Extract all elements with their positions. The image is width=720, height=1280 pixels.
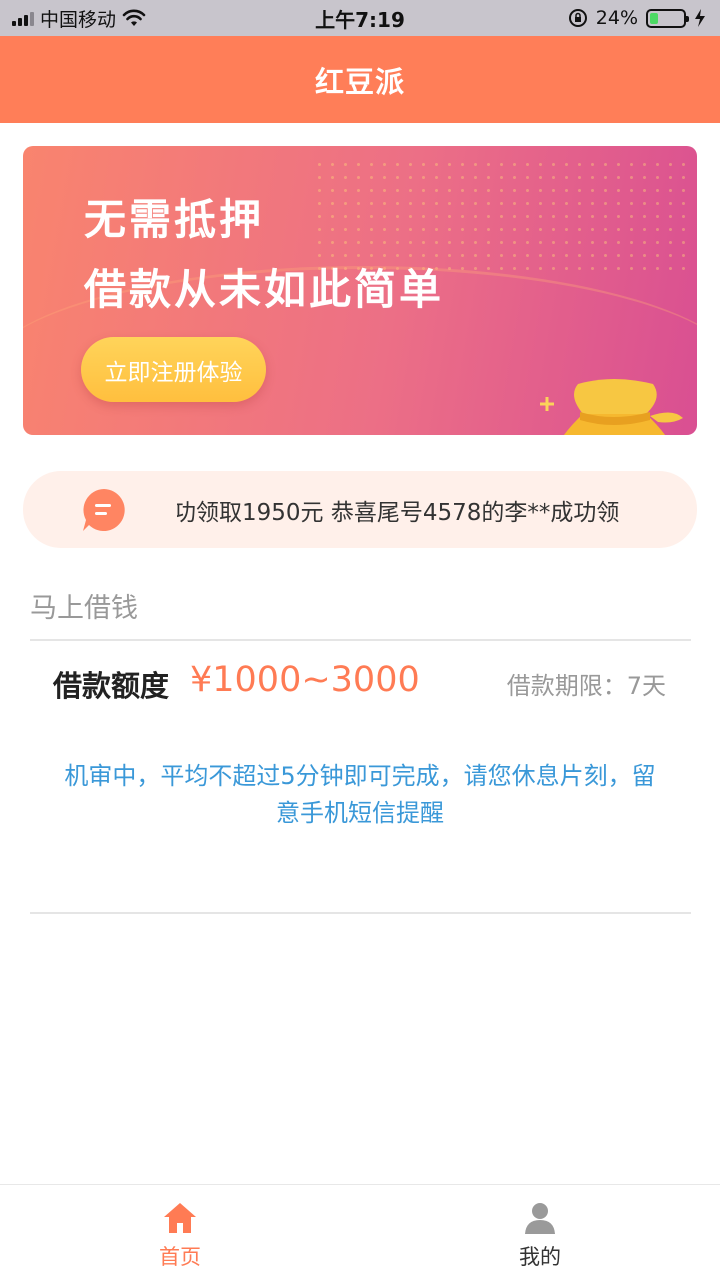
divider-bottom <box>30 912 691 914</box>
status-right: 24% <box>568 7 706 29</box>
tab-profile[interactable]: 我的 <box>360 1185 720 1280</box>
home-icon <box>164 1203 196 1233</box>
message-icon <box>83 489 125 531</box>
user-icon <box>525 1203 555 1234</box>
money-bag-illustration <box>540 379 683 435</box>
page-title: 红豆派 <box>314 64 405 99</box>
loan-amount-label: 借款额度 <box>53 669 170 703</box>
banner-headline-1: 无需抵押 <box>84 195 265 244</box>
carrier-label: 中国移动 <box>40 8 117 31</box>
rotation-lock-icon <box>568 9 587 27</box>
battery-fill <box>650 12 658 24</box>
notice-text: 功领取1950元 恭喜尾号4578的李**成功领 <box>177 499 620 526</box>
status-left: 中国移动 <box>12 5 146 32</box>
signal-icon <box>12 10 34 26</box>
status-bar: 中国移动 上午7:19 24% <box>0 0 720 36</box>
banner-headline-2: 借款从未如此简单 <box>84 265 445 314</box>
page: 中国移动 上午7:19 24% 红豆派 无需抵押 借款从未如此简单 立即注册体验… <box>0 0 720 1280</box>
loan-amount-value: ¥1000~3000 <box>190 660 420 700</box>
review-status-message: 机审中，平均不超过5分钟即可完成，请您休息片刻，留意手机短信提醒 <box>64 762 656 827</box>
register-now-button[interactable]: 立即注册体验 <box>81 337 266 402</box>
divider-top <box>30 639 691 641</box>
wifi-icon <box>122 9 146 26</box>
nav-bar: 红豆派 <box>0 36 720 123</box>
tab-home-label: 首页 <box>159 1245 201 1269</box>
battery-icon <box>646 8 689 28</box>
section-title: 马上借钱 <box>30 593 138 624</box>
charging-bolt-icon <box>695 9 705 27</box>
battery-percent: 24% <box>595 7 638 29</box>
tab-home[interactable]: 首页 <box>0 1185 360 1280</box>
notice-marquee: 功领取1950元 恭喜尾号4578的李**成功领 <box>23 471 697 548</box>
tab-bar: 首页 我的 <box>0 1184 720 1280</box>
loan-term: 借款期限：7天 <box>506 672 666 700</box>
tab-profile-label: 我的 <box>519 1245 561 1269</box>
notice-text-window: 功领取1950元 恭喜尾号4578的李**成功领 <box>177 471 653 548</box>
